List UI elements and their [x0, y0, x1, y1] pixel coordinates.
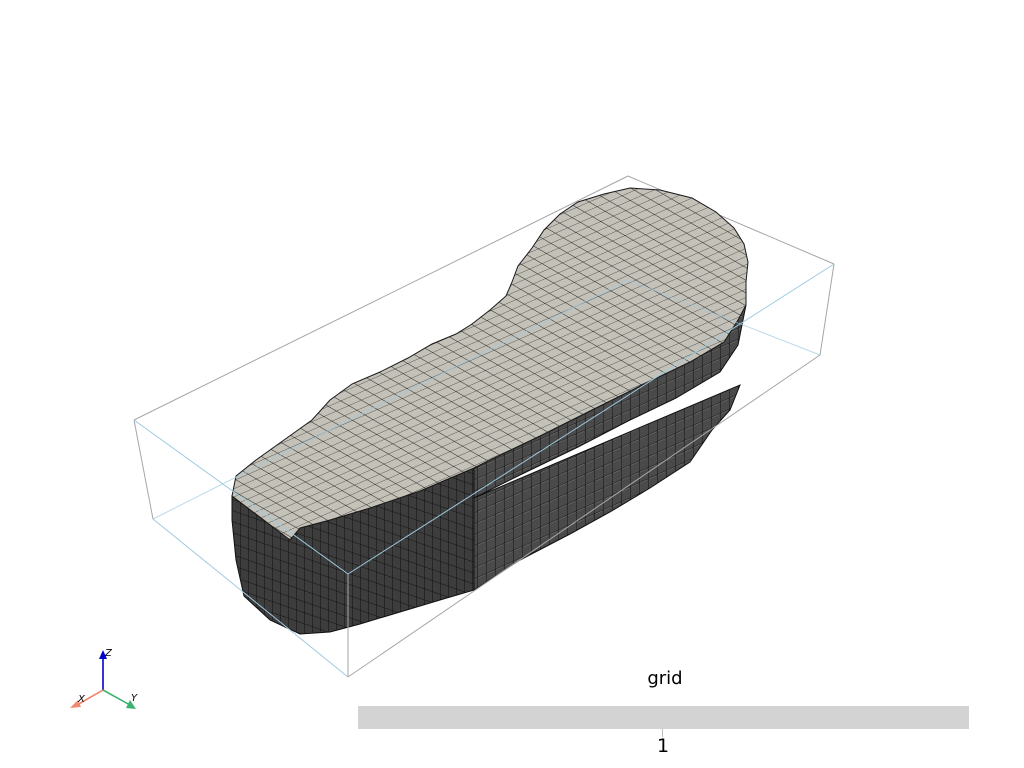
scalar-bar-title: grid — [647, 668, 683, 689]
z-axis-label: Z — [104, 648, 113, 659]
x-axis-label: X — [77, 694, 86, 705]
scene-canvas[interactable]: Z X Y — [0, 0, 1024, 768]
orientation-axes[interactable]: Z X Y — [70, 648, 138, 709]
scalar-bar — [358, 706, 969, 729]
y-axis-line — [102, 689, 131, 706]
render-viewport[interactable]: Z X Y grid 1 — [0, 0, 1024, 768]
scalar-bar-tick-label: 1 — [656, 735, 670, 757]
y-axis-label: Y — [131, 693, 138, 704]
